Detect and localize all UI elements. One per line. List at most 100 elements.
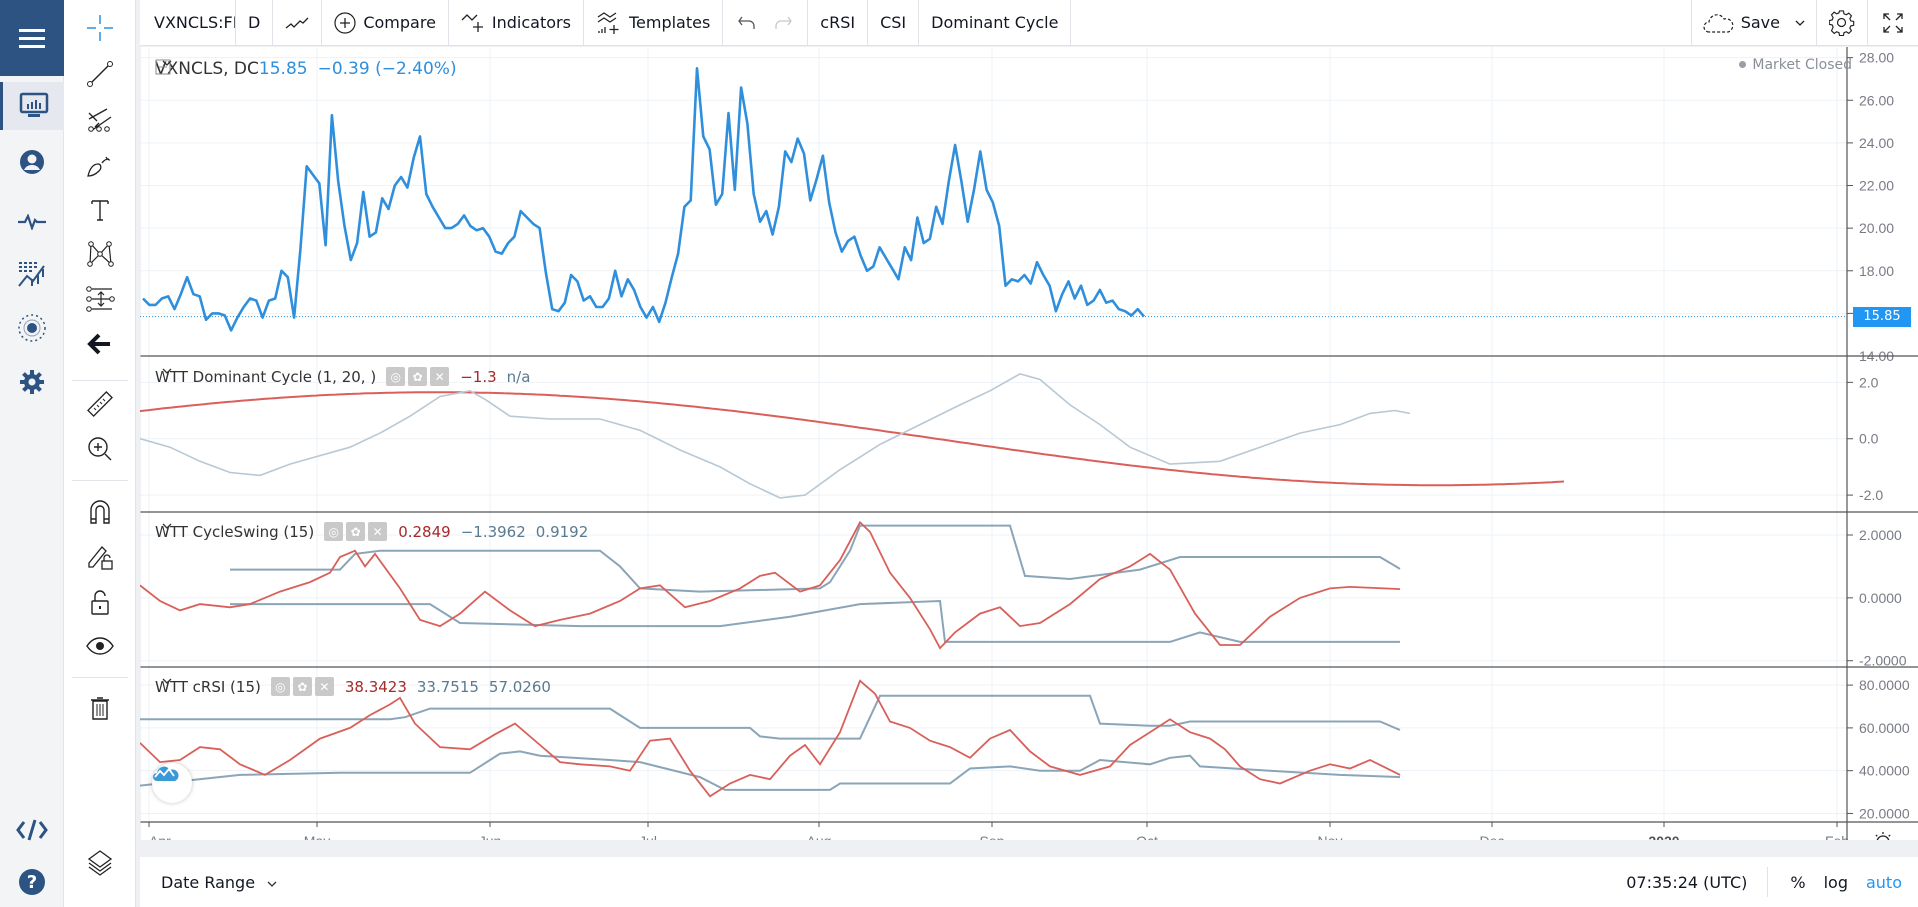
auto-scale-toggle[interactable]: auto: [1866, 873, 1902, 892]
sidebar-item-orbit[interactable]: [0, 304, 64, 352]
chevron-down-icon[interactable]: [161, 522, 173, 530]
trash-icon: [91, 697, 109, 720]
settings-icon[interactable]: ✿: [346, 522, 366, 541]
sidebar-item-charts[interactable]: [0, 82, 64, 130]
help-icon: ?: [19, 869, 45, 895]
lock-tool[interactable]: [64, 580, 136, 624]
date-range-button[interactable]: Date Range: [161, 873, 278, 892]
market-status: Market Closed: [1739, 57, 1852, 73]
fib-tool[interactable]: [64, 98, 136, 142]
eye-icon: [86, 637, 114, 655]
visibility-tool[interactable]: [64, 624, 136, 668]
chevron-down-icon[interactable]: [161, 677, 173, 685]
monitor-chart-icon: [19, 92, 48, 117]
x-axis-label: Apr: [149, 833, 171, 840]
chart-canvas[interactable]: AprMayJunJulAugSepOctNovDec2020Feb14.001…: [140, 47, 1918, 840]
csi-button[interactable]: CSI: [868, 0, 920, 46]
interval-button[interactable]: D: [236, 0, 274, 46]
chart-area[interactable]: AprMayJunJulAugSepOctNovDec2020Feb14.001…: [140, 47, 1918, 840]
close-icon[interactable]: ✕: [314, 677, 334, 696]
magnet-tool[interactable]: [64, 490, 136, 534]
symbol-search-button[interactable]: VXNCLS:FDS: [140, 0, 236, 46]
cloud-icon: [1703, 13, 1734, 33]
hamburger-menu-button[interactable]: [0, 0, 64, 76]
chart-settings-button[interactable]: [1816, 0, 1867, 46]
compare-label: Compare: [363, 13, 436, 32]
orbit-icon: [18, 314, 46, 342]
visibility-icon[interactable]: ◎: [270, 677, 290, 696]
indicators-button[interactable]: Indicators: [449, 0, 584, 46]
hide-toolbar-button[interactable]: [64, 322, 136, 366]
sidebar-item-pulse[interactable]: [0, 198, 64, 246]
indicator-title[interactable]: WTT Dominant Cycle (1, 20, ): [155, 368, 376, 386]
chevron-down-icon[interactable]: [161, 59, 173, 67]
chart-style-button[interactable]: [273, 0, 323, 46]
sidebar-item-help[interactable]: ?: [0, 858, 64, 906]
x-axis-label: Jun: [479, 833, 502, 840]
trend-line-tool[interactable]: [64, 52, 136, 96]
logo-badge[interactable]: [152, 763, 192, 803]
lock-drawings-tool[interactable]: [64, 534, 136, 578]
prediction-tool[interactable]: [64, 277, 136, 321]
crosshair-tool[interactable]: [64, 6, 136, 50]
settings-icon[interactable]: ✿: [292, 677, 312, 696]
save-button[interactable]: Save: [1690, 0, 1816, 46]
dominant-cycle-label: Dominant Cycle: [931, 13, 1059, 32]
log-scale-toggle[interactable]: log: [1824, 873, 1848, 892]
undo-icon[interactable]: [737, 15, 757, 31]
sidebar-item-account[interactable]: [0, 138, 64, 186]
visibility-icon[interactable]: ◎: [386, 367, 406, 386]
crsi-button[interactable]: cRSI: [808, 0, 869, 46]
zoom-in-tool[interactable]: [64, 427, 136, 471]
redo-icon[interactable]: [773, 15, 793, 31]
fullscreen-button[interactable]: [1867, 0, 1918, 46]
crsi-upper-band: [140, 694, 1401, 740]
ruler-tool[interactable]: [64, 382, 136, 426]
visibility-icon[interactable]: ◎: [324, 522, 344, 541]
y-axis-label: 20.0000: [1859, 805, 1910, 821]
grid-chart-icon: [18, 262, 45, 287]
last-price-tag: 15.85: [1853, 306, 1911, 327]
brush-tool[interactable]: [64, 144, 136, 188]
x-axis-label: Feb: [1825, 833, 1849, 840]
crosshair-icon: [87, 15, 113, 41]
brush-icon: [87, 156, 111, 177]
undo-redo-group: [723, 0, 809, 46]
x-axis-label: 2020: [1648, 833, 1679, 840]
compare-button[interactable]: Compare: [322, 0, 449, 46]
charting-app: ? VXNCLS:F D Compare Indicators Template…: [0, 0, 1918, 907]
close-icon[interactable]: ✕: [368, 522, 388, 541]
pattern-tool[interactable]: [64, 232, 136, 276]
x-axis-label: Nov: [1318, 833, 1343, 840]
time-axis-settings-icon[interactable]: [1873, 832, 1893, 840]
y-axis-label: 2.0: [1859, 374, 1879, 390]
toolbar-divider: [72, 480, 128, 481]
remove-drawings-tool[interactable]: [64, 686, 136, 730]
templates-button[interactable]: Templates: [584, 0, 724, 46]
templates-label: Templates: [628, 13, 711, 32]
cycleswing-lower-band: [230, 599, 1400, 643]
chevron-down-icon[interactable]: [1794, 19, 1806, 27]
y-axis-label: 0.0000: [1859, 590, 1902, 606]
close-icon[interactable]: ✕: [430, 367, 450, 386]
utc-clock[interactable]: 07:35:24 (UTC): [1626, 867, 1769, 897]
indicator-value: 33.7515: [416, 677, 479, 696]
line-chart-icon: [285, 17, 309, 29]
sidebar-item-settings[interactable]: [0, 358, 64, 406]
lock-drawings-icon: [88, 546, 113, 570]
cycleswing-legend: WTT CycleSwing (15) ◎ ✿ ✕ 0.2849 −1.3962 0…: [155, 522, 598, 541]
settings-icon[interactable]: ✿: [408, 367, 428, 386]
prediction-icon: [86, 286, 115, 312]
chevron-down-icon[interactable]: [161, 367, 173, 375]
dominant-cycle-button[interactable]: Dominant Cycle: [919, 0, 1072, 46]
y-axis-label: 26.00: [1859, 92, 1894, 108]
percent-scale-toggle[interactable]: %: [1790, 873, 1805, 892]
sidebar-item-scanner[interactable]: [0, 250, 64, 298]
object-tree-tool[interactable]: [64, 840, 136, 884]
y-axis-label: 28.00: [1859, 50, 1894, 66]
y-axis-label: 22.00: [1859, 178, 1894, 194]
text-tool[interactable]: [64, 188, 136, 232]
indicator-title[interactable]: WTT CycleSwing (15): [155, 523, 314, 541]
layers-icon: [87, 850, 113, 876]
sidebar-item-embed[interactable]: [0, 806, 64, 854]
